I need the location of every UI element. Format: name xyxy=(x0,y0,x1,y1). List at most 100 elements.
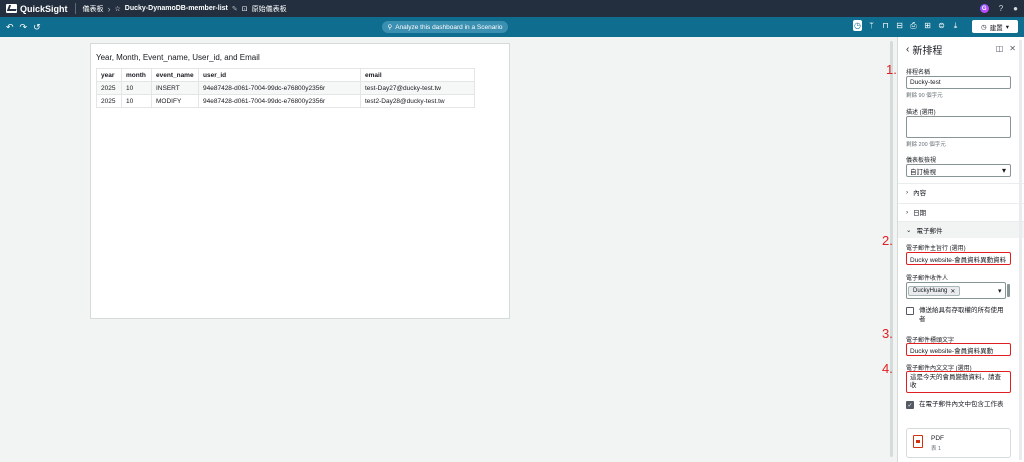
table-cell: 10 xyxy=(121,81,152,95)
breadcrumb-dashboard[interactable]: 原始儀表板 xyxy=(252,4,287,14)
column-header-year[interactable]: year xyxy=(96,68,122,82)
attachment-card[interactable]: PDF 表 1 xyxy=(906,428,1011,458)
canvas-scrollbar[interactable] xyxy=(890,41,893,457)
scenario-icon: ⚲ xyxy=(387,24,393,31)
email-recipients-label: 電子郵件收件人 xyxy=(906,276,949,282)
top-bar: QuickSight 儀表板 › ☆ Ducky-DynamoDB-member… xyxy=(0,0,1024,17)
column-header-event-name[interactable]: event_name xyxy=(151,68,199,82)
chevron-right-icon: › xyxy=(906,208,909,216)
table-cell: test-Day27@ducky-test.tw xyxy=(360,81,475,95)
undo-group: ↶ ↷ ↺ xyxy=(0,22,41,33)
toolbar-icons: ◷ ᛘ ⊓ ⊟ ⎙ ⊞ ⊜ ⤓ xyxy=(853,20,960,31)
table-cell: 2025 xyxy=(96,94,122,108)
schedule-icon[interactable]: ◷ xyxy=(853,20,862,31)
chevron-down-icon: ▾ xyxy=(1005,23,1009,31)
step-annotation-4: 4. xyxy=(882,361,893,376)
section-date-label: 日期 xyxy=(913,210,927,217)
email-header-input[interactable]: Ducky website-會員資料異動 xyxy=(906,343,1011,356)
table-cell: 2025 xyxy=(96,81,122,95)
quicksight-logo[interactable]: QuickSight xyxy=(0,4,68,14)
panel-scrollbar[interactable] xyxy=(1019,40,1022,460)
visual-title: Year, Month, Event_name, User_id, and Em… xyxy=(96,53,260,62)
send-all-label: 傳送給具有存取權的所有使用者 xyxy=(919,307,1004,323)
download-icon[interactable]: ⤓ xyxy=(951,20,960,31)
send-all-checkbox[interactable] xyxy=(906,307,914,315)
dashboard-view-select[interactable]: 自訂檢視 xyxy=(906,164,1011,177)
build-icon: ◷ xyxy=(981,23,987,31)
schedule-name-hint: 剩餘 90 個字元 xyxy=(906,93,943,99)
section-email[interactable]: ⌄ 電子郵件 xyxy=(898,221,1024,238)
divider xyxy=(74,3,76,14)
email-subject-input[interactable]: Ducky website-會員資料異動資料 xyxy=(906,252,1011,265)
step-annotation-1: 1. xyxy=(886,62,897,77)
panel-header-icons: ◫ ✕ xyxy=(996,44,1016,53)
recipient-chip-label: DuckyHuang xyxy=(913,288,948,294)
description-label: 描述 (選用) xyxy=(906,110,936,116)
alerts-icon[interactable]: ⊞ xyxy=(923,20,932,31)
table-cell: MODIFY xyxy=(151,94,199,108)
topbar-right: G ? ● xyxy=(979,0,1018,17)
schedule-panel: ‹ 新排程 ◫ ✕ 排程名稱 Ducky-test 剩餘 90 個字元 描述 (… xyxy=(897,37,1024,462)
dock-icon[interactable]: ◫ xyxy=(996,44,1004,53)
section-date[interactable]: › 日期 xyxy=(898,203,1024,220)
table-cell: INSERT xyxy=(151,81,199,95)
edit-icon[interactable]: ✎ xyxy=(232,5,238,13)
panel-title: 新排程 xyxy=(912,46,943,57)
print-icon[interactable]: ⎙ xyxy=(909,20,918,31)
star-icon[interactable]: ☆ xyxy=(115,5,121,13)
build-button[interactable]: ◷ 建置 ▾ xyxy=(972,20,1018,33)
schedule-name-input[interactable]: Ducky-test xyxy=(906,76,1011,89)
app-name: QuickSight xyxy=(20,3,68,14)
section-content[interactable]: › 內容 xyxy=(898,183,1024,200)
step-annotation-2: 2. xyxy=(882,233,893,248)
table-visual[interactable]: Year, Month, Event_name, User_id, and Em… xyxy=(90,43,510,319)
chevron-right-icon: › xyxy=(107,3,111,14)
chevron-down-icon[interactable]: ▾ xyxy=(998,287,1002,295)
help-icon[interactable]: ? xyxy=(999,4,1003,13)
description-hint: 剩餘 200 個字元 xyxy=(906,142,946,148)
build-label: 建置 xyxy=(989,24,1003,32)
column-header-month[interactable]: month xyxy=(121,68,152,82)
bookmark-icon[interactable]: ⊡ xyxy=(242,5,248,13)
recipient-chip[interactable]: DuckyHuang ✕ xyxy=(908,286,961,296)
attachment-sub: 表 1 xyxy=(931,446,942,452)
section-content-label: 內容 xyxy=(913,190,927,197)
remove-icon[interactable]: ✕ xyxy=(950,288,955,295)
include-sheet-label: 在電子郵件內文中包含工作表 xyxy=(919,401,1004,408)
chevron-down-icon: ⌄ xyxy=(906,227,912,234)
undo-icon[interactable]: ↶ xyxy=(6,22,14,33)
email-body-input[interactable]: 這是今天的會員變動資料，請查收 xyxy=(906,371,1011,393)
panel-header: ‹ 新排程 xyxy=(906,42,942,57)
include-sheet-checkbox[interactable]: ✓ xyxy=(906,401,914,409)
export-icon[interactable]: ⊟ xyxy=(895,20,904,31)
user-icon[interactable]: ● xyxy=(1013,4,1018,13)
redo-icon[interactable]: ↷ xyxy=(20,22,28,33)
pdf-icon xyxy=(913,435,923,448)
table-cell: test2-Day28@ducky-test.tw xyxy=(360,94,475,108)
analyze-scenario-button[interactable]: ⚲ Analyze this dashboard in a Scenario xyxy=(382,21,508,33)
description-input[interactable] xyxy=(906,116,1011,138)
reset-icon[interactable]: ↺ xyxy=(33,22,41,33)
table-cell: 94e87428-d061-7004-99dc-e76800y2356r xyxy=(198,81,361,95)
table-row[interactable]: 2025 10 MODIFY 94e87428-d061-7004-99dc-e… xyxy=(96,94,475,108)
column-header-email[interactable]: email xyxy=(360,68,475,82)
breadcrumb: 儀表板 › ☆ Ducky-DynamoDB-member-list ✎ ⊡ 原… xyxy=(83,4,287,14)
recipients-scrollbar[interactable] xyxy=(1007,284,1010,297)
schedule-name-label: 排程名稱 xyxy=(906,70,931,76)
section-email-label: 電子郵件 xyxy=(916,228,943,235)
email-subject-label: 電子郵件主旨行 (選用) xyxy=(906,246,966,252)
toolbar: ↶ ↷ ↺ ⚲ Analyze this dashboard in a Scen… xyxy=(0,17,1024,37)
column-header-user-id[interactable]: user_id xyxy=(198,68,361,82)
thresholds-icon[interactable]: ᛘ xyxy=(867,20,876,31)
chevron-right-icon: › xyxy=(906,188,909,196)
close-icon[interactable]: ✕ xyxy=(1009,44,1016,53)
back-chevron-icon[interactable]: ‹ xyxy=(906,44,909,55)
bookmarks-icon[interactable]: ⊓ xyxy=(881,20,890,31)
dashboard-view-label: 儀表板檢視 xyxy=(906,158,937,164)
data-table: year month event_name user_id email 2025… xyxy=(96,68,475,108)
assistant-icon[interactable]: G xyxy=(979,4,989,13)
breadcrumb-dashboards[interactable]: 儀表板 xyxy=(83,4,104,14)
dashboard-canvas: Year, Month, Event_name, User_id, and Em… xyxy=(0,37,897,462)
table-row[interactable]: 2025 10 INSERT 94e87428-d061-7004-99dc-e… xyxy=(96,81,475,95)
data-icon[interactable]: ⊜ xyxy=(937,20,946,31)
